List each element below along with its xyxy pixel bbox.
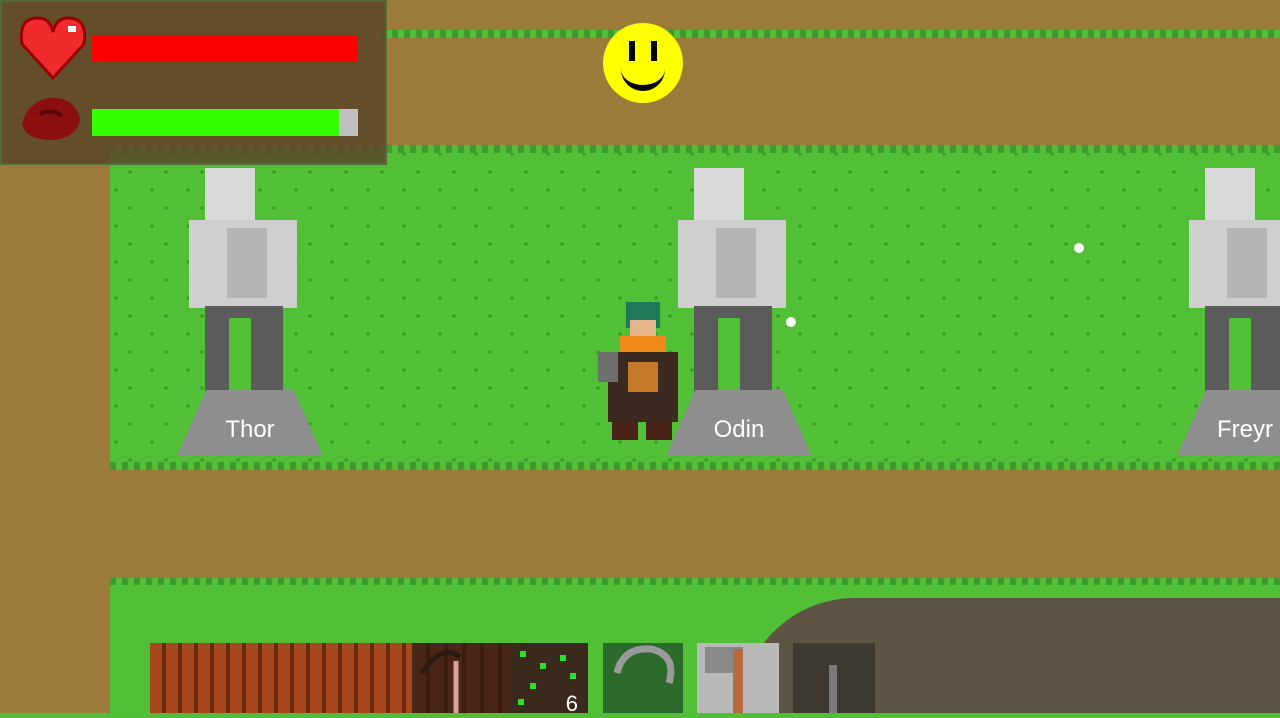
stamina-bar-fill xyxy=(92,109,340,136)
grass-edge xyxy=(110,462,1280,470)
statue-thor[interactable]: Thor xyxy=(177,168,327,463)
smiley-icon xyxy=(603,23,683,103)
status-panel xyxy=(0,0,387,165)
statue-name: Freyr xyxy=(1217,416,1273,443)
hotbar-slot-knife[interactable] xyxy=(793,643,875,713)
heart-icon xyxy=(19,16,87,80)
hotbar-slot-hammer[interactable] xyxy=(697,643,779,713)
stamina-bar xyxy=(92,109,358,136)
statue-freyr[interactable]: Freyr xyxy=(1177,168,1280,463)
flower xyxy=(1074,243,1084,253)
knife-icon xyxy=(829,665,837,713)
statue-name: Odin xyxy=(713,416,765,443)
hotbar-slot-bow[interactable] xyxy=(412,643,510,713)
flower xyxy=(786,317,796,327)
sickle-icon xyxy=(613,645,675,684)
player-character xyxy=(598,302,684,442)
item-count: 6 xyxy=(565,691,578,716)
dirt-path-middle xyxy=(0,470,1280,580)
hammer-icon xyxy=(705,647,743,713)
health-bar-fill xyxy=(92,35,358,62)
hotbar-slot-seeds[interactable]: 6 xyxy=(510,643,588,716)
hotbar-slot-sickle[interactable] xyxy=(603,643,683,713)
hotbar-slot-wood[interactable] xyxy=(150,643,412,713)
grass-edge xyxy=(380,30,1280,38)
bow-icon xyxy=(419,650,462,713)
statue-odin[interactable]: Odin xyxy=(666,168,816,463)
meat-icon xyxy=(22,97,80,140)
health-bar xyxy=(92,35,358,62)
statue-name: Thor xyxy=(225,416,275,443)
